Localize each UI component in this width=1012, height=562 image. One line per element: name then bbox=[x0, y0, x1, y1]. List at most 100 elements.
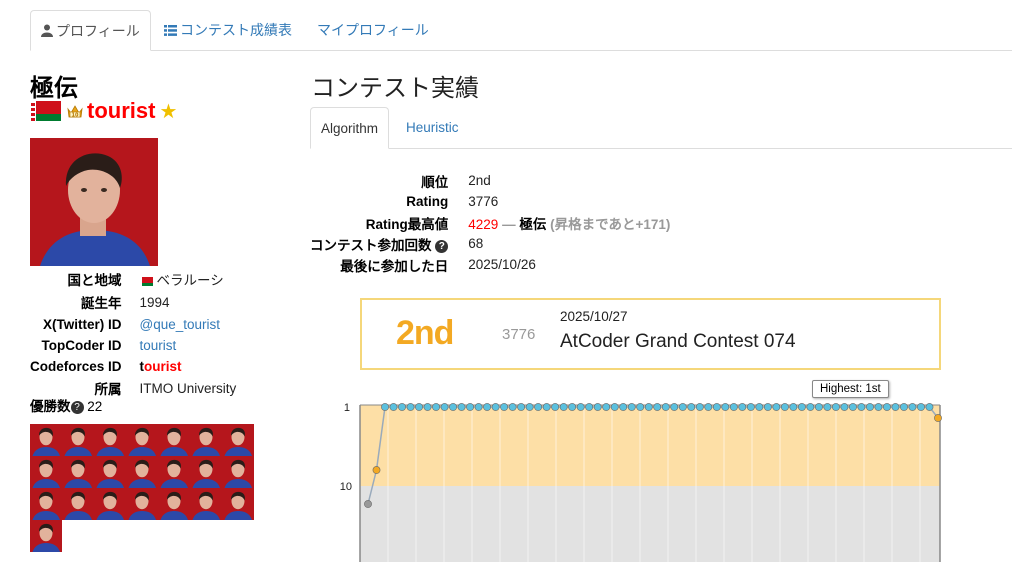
chart-point bbox=[704, 403, 713, 411]
info-label: 誕生年 bbox=[81, 296, 122, 311]
stat-label: 最後に参加した日 bbox=[340, 258, 449, 274]
chart-point bbox=[593, 403, 602, 411]
info-label: X(Twitter) ID bbox=[43, 316, 122, 332]
latest-contest-name: AtCoder Grand Contest 074 bbox=[560, 331, 796, 352]
win-thumbnail[interactable] bbox=[158, 456, 190, 488]
chart-point bbox=[449, 403, 457, 411]
chart-band-grey bbox=[360, 486, 940, 562]
info-row-codeforces: Codeforces ID tourist bbox=[30, 356, 236, 377]
chart-point bbox=[908, 403, 917, 411]
chart-tooltip: Highest: 1st bbox=[812, 380, 889, 398]
latest-performance: 3776 bbox=[502, 326, 536, 343]
wins-value: 22 bbox=[87, 399, 103, 414]
wins-count: 優勝数? 22 bbox=[30, 395, 102, 415]
chart-point bbox=[678, 403, 687, 411]
win-thumbnail[interactable] bbox=[62, 488, 94, 520]
info-row-birth-year: 誕生年 1994 bbox=[30, 291, 236, 314]
info-value: ベラルーシ bbox=[156, 273, 224, 288]
tab-my-profile[interactable]: マイプロフィール bbox=[307, 10, 439, 51]
username[interactable]: tourist bbox=[87, 98, 155, 124]
profile-info-table: 国と地域 ベラルーシ 誕生年 1994 X(Twitter) ID @que_t… bbox=[30, 268, 236, 400]
rating-value: 3776 bbox=[468, 194, 499, 209]
win-thumbnail[interactable] bbox=[190, 456, 222, 488]
chart-point bbox=[423, 403, 432, 411]
win-thumbnail[interactable] bbox=[94, 488, 126, 520]
latest-contest-card[interactable]: 2nd 3776 2025/10/27 AtCoder Grand Contes… bbox=[360, 298, 941, 370]
crown-icon: 10 bbox=[67, 104, 83, 118]
chart-point bbox=[398, 403, 406, 411]
win-thumbnail[interactable] bbox=[94, 424, 126, 456]
avatar bbox=[30, 138, 158, 266]
win-thumbnail[interactable] bbox=[222, 488, 254, 520]
info-label: 国と地域 bbox=[67, 273, 122, 288]
win-thumbnail[interactable] bbox=[222, 424, 254, 456]
chart-point bbox=[925, 403, 934, 411]
stat-label: コンテスト参加回数 ? bbox=[310, 233, 468, 254]
chart-point bbox=[432, 403, 440, 411]
chart-point bbox=[559, 403, 568, 411]
chart-point bbox=[866, 403, 874, 411]
contest-tab-bar: Algorithm Heuristic bbox=[310, 107, 1012, 149]
max-rating-title: 極伝 bbox=[519, 216, 547, 232]
list-icon bbox=[164, 11, 177, 51]
chart-point bbox=[797, 403, 806, 411]
chart-point bbox=[576, 403, 585, 411]
max-rating-value: 4229 bbox=[468, 216, 499, 232]
win-thumbnail[interactable] bbox=[126, 424, 158, 456]
chart-point bbox=[789, 403, 798, 411]
question-icon[interactable]: ? bbox=[435, 239, 449, 253]
chart-point bbox=[712, 403, 721, 411]
tab-algorithm[interactable]: Algorithm bbox=[310, 107, 390, 149]
chart-point bbox=[780, 403, 789, 411]
chart-point bbox=[763, 403, 772, 411]
chart-point bbox=[721, 403, 730, 411]
chart-point bbox=[483, 403, 492, 411]
chart-point bbox=[874, 403, 883, 411]
twitter-link[interactable]: @que_tourist bbox=[140, 317, 221, 332]
chart-point bbox=[670, 403, 679, 411]
win-thumbnail[interactable] bbox=[30, 456, 62, 488]
win-thumbnail[interactable] bbox=[126, 488, 158, 520]
win-thumbnail[interactable] bbox=[62, 456, 94, 488]
tab-profile[interactable]: プロフィール bbox=[30, 10, 151, 51]
win-thumbnail[interactable] bbox=[30, 424, 62, 456]
chart-point bbox=[389, 403, 398, 411]
win-thumbnail[interactable] bbox=[190, 424, 222, 456]
contest-count-label: コンテスト参加回数 bbox=[310, 237, 432, 253]
win-thumbnail[interactable] bbox=[126, 456, 158, 488]
win-thumbnail[interactable] bbox=[222, 456, 254, 488]
username-line: 10 tourist ★ bbox=[30, 98, 177, 124]
tab-profile-label: プロフィール bbox=[56, 23, 140, 39]
win-thumbnail[interactable] bbox=[30, 520, 62, 552]
chart-point bbox=[891, 403, 900, 411]
topcoder-link[interactable]: tourist bbox=[140, 338, 177, 353]
chart-point bbox=[474, 403, 483, 411]
tab-contest-history[interactable]: コンテスト成績表 bbox=[154, 10, 302, 51]
win-thumbnail[interactable] bbox=[94, 456, 126, 488]
win-thumbnail[interactable] bbox=[190, 488, 222, 520]
latest-date: 2025/10/27 bbox=[560, 309, 628, 324]
chart-point bbox=[372, 466, 381, 474]
chart-point bbox=[466, 403, 474, 411]
win-thumbnail[interactable] bbox=[30, 488, 62, 520]
chart-point bbox=[619, 403, 628, 411]
chart-point bbox=[610, 403, 619, 411]
chart-point bbox=[542, 403, 551, 411]
chart-point bbox=[508, 403, 517, 411]
win-thumbnail[interactable] bbox=[62, 424, 94, 456]
rank-chart[interactable]: 1 10 bbox=[330, 380, 1012, 562]
codeforces-link[interactable]: tourist bbox=[140, 356, 237, 377]
chart-point bbox=[602, 403, 611, 411]
win-thumbnail[interactable] bbox=[158, 488, 190, 520]
tab-heuristic[interactable]: Heuristic bbox=[396, 107, 469, 149]
belarus-flag-icon bbox=[139, 277, 153, 286]
contest-count-value: 68 bbox=[468, 236, 484, 251]
chart-point bbox=[440, 403, 449, 411]
tab-contest-history-label: コンテスト成績表 bbox=[180, 22, 292, 38]
top-tab-bar: プロフィール コンテスト成績表 マイプロフィール bbox=[30, 10, 1012, 51]
win-thumbnail[interactable] bbox=[158, 424, 190, 456]
chart-point bbox=[364, 500, 372, 508]
chart-point bbox=[738, 403, 747, 411]
question-icon[interactable]: ? bbox=[70, 401, 84, 414]
chart-point bbox=[406, 403, 415, 411]
